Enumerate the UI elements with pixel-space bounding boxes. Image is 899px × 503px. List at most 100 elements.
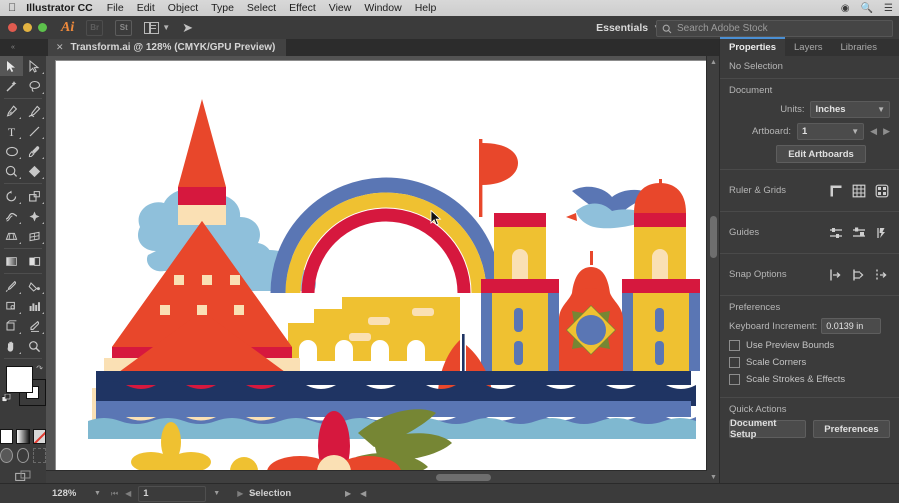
status-forward-icon[interactable]: ▶ (345, 489, 351, 498)
share-icon[interactable]: ➤ (182, 20, 193, 36)
eyedropper-tool[interactable] (0, 276, 23, 296)
perspective-grid-tool[interactable] (0, 226, 23, 246)
arrange-documents-button[interactable]: ▼ (144, 21, 170, 34)
smart-guides-icon[interactable] (873, 224, 890, 241)
menu-edit[interactable]: Edit (137, 2, 155, 14)
show-guides-icon[interactable] (827, 224, 844, 241)
scale-corners-checkbox[interactable] (729, 357, 740, 368)
artboard[interactable] (55, 60, 707, 487)
canvas-vertical-scrollbar[interactable]: ▲ ▼ (706, 56, 720, 484)
minimize-window-button[interactable] (23, 23, 32, 32)
width-tool[interactable] (0, 206, 23, 226)
menu-object[interactable]: Object (168, 2, 198, 14)
curvature-tool[interactable] (23, 101, 46, 121)
first-artboard-button[interactable]: ⏮ (111, 489, 118, 499)
show-rulers-icon[interactable] (827, 182, 844, 199)
gradient-tool[interactable] (0, 251, 23, 271)
artboard-tool[interactable] (0, 296, 23, 316)
next-artboard-button[interactable]: ▶ (237, 489, 243, 498)
previous-artboard-button[interactable]: ◀ (125, 489, 131, 498)
snap-to-pixel-icon[interactable] (873, 266, 890, 283)
type-tool[interactable]: T (0, 121, 23, 141)
tab-libraries[interactable]: Libraries (832, 39, 886, 56)
artboard-dropdown-icon[interactable]: ▼ (213, 490, 220, 497)
ellipse-tool[interactable] (0, 141, 23, 161)
tab-properties[interactable]: Properties (720, 37, 785, 56)
lasso-tool[interactable] (23, 76, 46, 96)
menu-help[interactable]: Help (415, 2, 437, 14)
line-segment-tool[interactable] (23, 121, 46, 141)
vertical-scroll-thumb[interactable] (710, 216, 717, 258)
color-swatch-button[interactable] (0, 429, 14, 444)
screen-mode-button[interactable] (0, 470, 46, 483)
tab-layers[interactable]: Layers (785, 39, 832, 56)
paintbrush-tool[interactable] (23, 141, 46, 161)
keyboard-increment-field[interactable]: 0.0139 in (821, 318, 882, 334)
scale-corners-row[interactable]: Scale Corners (729, 357, 890, 368)
mesh-tool[interactable] (23, 226, 46, 246)
artboard-number-field[interactable]: 1 (138, 485, 207, 502)
none-swatch-button[interactable] (32, 429, 46, 444)
menu-view[interactable]: View (329, 2, 352, 14)
mac-app-name[interactable]: Illustrator CC (26, 2, 93, 14)
status-back-icon[interactable]: ◀ (360, 489, 366, 498)
artboard-select[interactable]: 1 ▼ (797, 123, 865, 140)
collapse-panel-icon[interactable]: « (2, 41, 24, 54)
free-transform-tool[interactable] (23, 206, 46, 226)
blend-tool[interactable] (23, 251, 46, 271)
pen-tool[interactable] (0, 101, 23, 121)
gradient-swatch-button[interactable] (16, 429, 30, 444)
search-input[interactable]: Search Adobe Stock (656, 20, 893, 37)
shaper-tool[interactable] (0, 161, 23, 181)
previous-artboard-button[interactable]: ◀ (870, 126, 877, 137)
apple-menu-icon[interactable]:  (8, 2, 16, 14)
screen-share-icon[interactable]: ◉ (841, 3, 850, 14)
horizontal-scroll-thumb[interactable] (436, 474, 491, 481)
snap-to-point-icon[interactable] (827, 266, 844, 283)
use-preview-bounds-row[interactable]: Use Preview Bounds (729, 340, 890, 351)
hand-tool[interactable] (0, 336, 23, 356)
canvas-horizontal-scrollbar[interactable] (46, 470, 707, 484)
workspace-switcher[interactable]: Essentials ▼ (596, 20, 661, 35)
next-artboard-button[interactable]: ▶ (883, 126, 890, 137)
scale-strokes-effects-row[interactable]: Scale Strokes & Effects (729, 374, 890, 385)
show-grid-icon[interactable] (850, 182, 867, 199)
rotate-tool[interactable] (0, 186, 23, 206)
document-setup-button[interactable]: Document Setup (729, 418, 806, 440)
menu-file[interactable]: File (107, 2, 124, 14)
edit-artboards-button[interactable]: Edit Artboards (776, 145, 866, 163)
live-paint-bucket-tool[interactable] (23, 276, 46, 296)
lock-guides-icon[interactable] (850, 224, 867, 241)
maximize-window-button[interactable] (38, 23, 47, 32)
scale-strokes-effects-checkbox[interactable] (729, 374, 740, 385)
direct-selection-tool[interactable] (23, 56, 46, 76)
canvas-area[interactable]: ▲ ▼ (46, 56, 720, 487)
eraser-tool[interactable] (23, 316, 46, 336)
menu-type[interactable]: Type (211, 2, 234, 14)
zoom-tool[interactable] (23, 336, 46, 356)
menu-effect[interactable]: Effect (289, 2, 316, 14)
shape-builder-tool[interactable] (23, 161, 46, 181)
snap-to-grid-icon[interactable] (850, 266, 867, 283)
current-tool-status[interactable]: Selection (249, 488, 291, 499)
menu-window[interactable]: Window (364, 2, 401, 14)
swap-fill-stroke-icon[interactable]: ↷ (36, 364, 43, 373)
adobe-stock-button[interactable]: St (115, 19, 133, 36)
selection-tool[interactable] (0, 56, 23, 76)
draw-inside-button[interactable] (33, 448, 47, 463)
scale-tool[interactable] (23, 186, 46, 206)
adobe-bridge-button[interactable]: Br (86, 19, 104, 36)
show-transparency-grid-icon[interactable] (873, 182, 890, 199)
control-center-icon[interactable]: ☰ (884, 3, 893, 14)
draw-normal-button[interactable] (0, 448, 13, 463)
menu-select[interactable]: Select (247, 2, 276, 14)
document-tab[interactable]: ✕ Transform.ai @ 128% (CMYK/GPU Preview) (48, 39, 287, 56)
zoom-level-field[interactable]: 128% (52, 488, 94, 499)
zoom-dropdown-icon[interactable]: ▼ (94, 490, 101, 497)
use-preview-bounds-checkbox[interactable] (729, 340, 740, 351)
close-icon[interactable]: ✕ (56, 42, 64, 53)
default-fill-stroke-icon[interactable] (2, 394, 11, 403)
fill-swatch[interactable] (6, 366, 33, 393)
spotlight-search-icon[interactable]: 🔍 (861, 3, 873, 14)
close-window-button[interactable] (8, 23, 17, 32)
